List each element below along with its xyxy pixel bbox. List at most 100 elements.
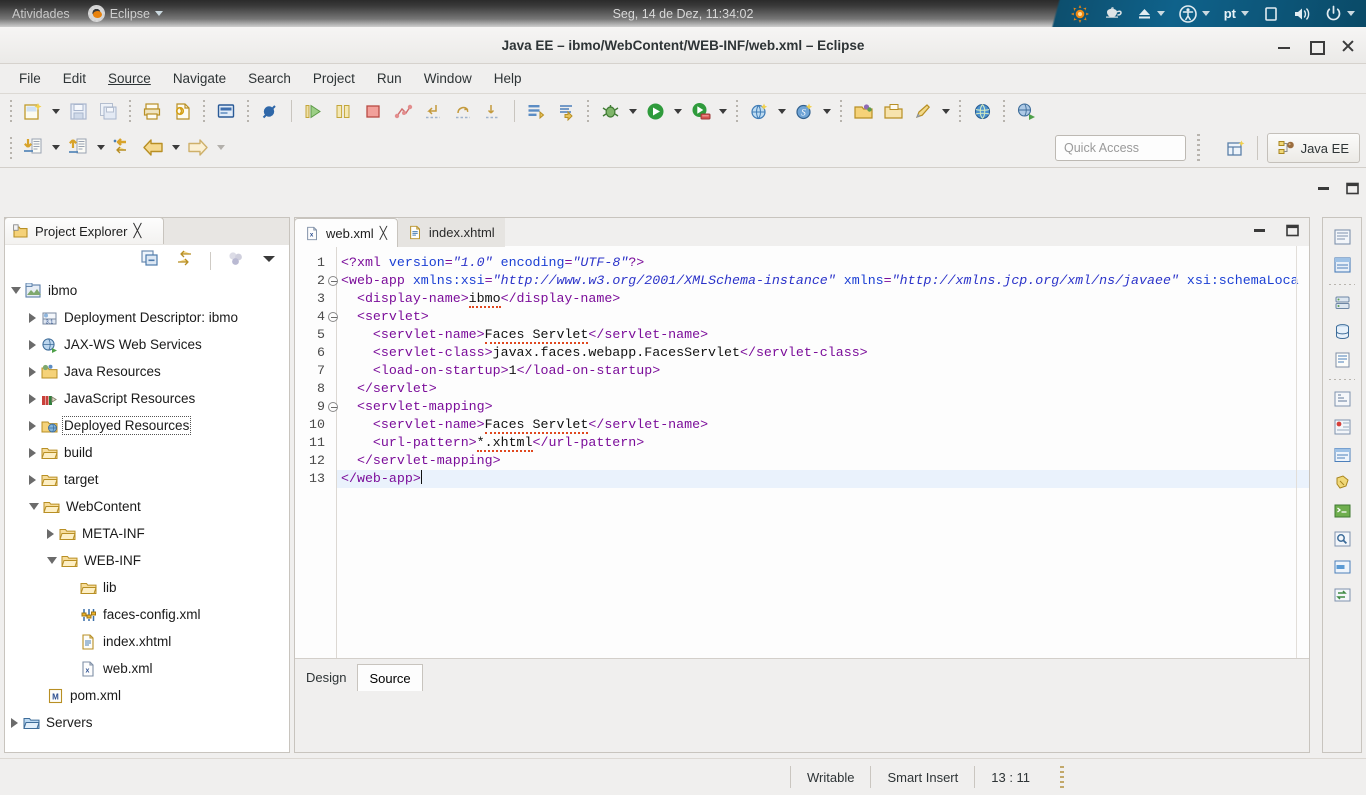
new-session-bean-icon[interactable]: S bbox=[789, 97, 819, 125]
twisty-down-icon[interactable] bbox=[47, 557, 57, 564]
tree-row[interactable]: M pom.xml bbox=[5, 682, 283, 709]
resume-icon[interactable] bbox=[298, 97, 328, 125]
fold-collapse-icon[interactable] bbox=[328, 312, 338, 322]
twisty-right-icon[interactable] bbox=[47, 528, 54, 539]
suspend-icon[interactable] bbox=[328, 97, 358, 125]
tree-row[interactable]: JavaScript Resources bbox=[5, 385, 283, 412]
overview-ruler[interactable] bbox=[1296, 246, 1308, 658]
new-wizard-icon[interactable] bbox=[18, 97, 48, 125]
perspective-java-ee-button[interactable]: Java EE bbox=[1266, 133, 1360, 163]
close-icon[interactable]: ╳ bbox=[133, 223, 141, 239]
new-wizard-dropdown[interactable] bbox=[48, 97, 63, 125]
twisty-right-icon[interactable] bbox=[29, 339, 36, 350]
toolbar-grip[interactable] bbox=[244, 100, 252, 122]
forward-dropdown[interactable] bbox=[213, 134, 228, 162]
problems-view-icon[interactable] bbox=[1328, 414, 1356, 440]
next-annotation-icon[interactable] bbox=[63, 134, 93, 162]
code-line[interactable]: 9 <servlet-mapping> bbox=[295, 398, 1309, 416]
focus-on-active-task-icon[interactable] bbox=[227, 250, 245, 272]
new-java-class-icon[interactable] bbox=[521, 97, 551, 125]
run-server-icon[interactable] bbox=[685, 97, 715, 125]
search-dropdown[interactable] bbox=[938, 97, 953, 125]
maximize-icon[interactable] bbox=[1345, 181, 1360, 201]
twisty-right-icon[interactable] bbox=[29, 393, 36, 404]
project-tree[interactable]: ibmo 3.1 Deployment Descriptor: ibmo JAX… bbox=[5, 277, 283, 751]
tree-row[interactable]: ibmo bbox=[5, 277, 283, 304]
print-icon[interactable] bbox=[137, 97, 167, 125]
validate-icon[interactable] bbox=[167, 97, 197, 125]
new-session-bean-dropdown[interactable] bbox=[819, 97, 834, 125]
quick-access-input[interactable]: Quick Access bbox=[1055, 135, 1186, 161]
tree-row[interactable]: Java Resources bbox=[5, 358, 283, 385]
open-perspective-button[interactable] bbox=[1222, 136, 1250, 160]
fold-collapse-icon[interactable] bbox=[328, 402, 338, 412]
teapot-icon[interactable] bbox=[1096, 0, 1130, 27]
open-task-list-icon[interactable] bbox=[878, 97, 908, 125]
brightness-icon[interactable] bbox=[1064, 0, 1096, 27]
minimize-button[interactable] bbox=[1276, 38, 1292, 54]
run-icon[interactable] bbox=[640, 97, 670, 125]
project-explorer-tab[interactable]: Project Explorer ╳ bbox=[4, 217, 164, 244]
last-edit-location-icon[interactable] bbox=[108, 134, 138, 162]
tab-web-xml[interactable]: x web.xml ╳ bbox=[294, 218, 398, 247]
menu-help[interactable]: Help bbox=[483, 67, 533, 90]
minimize-icon[interactable] bbox=[1316, 181, 1331, 201]
debug-dropdown[interactable] bbox=[625, 97, 640, 125]
menu-source[interactable]: Source bbox=[97, 67, 162, 90]
outline-view-icon[interactable] bbox=[1328, 386, 1356, 412]
toolbar-grip[interactable] bbox=[956, 100, 964, 122]
collapse-all-icon[interactable] bbox=[141, 250, 159, 272]
menu-run[interactable]: Run bbox=[366, 67, 413, 90]
maximize-button[interactable] bbox=[1308, 38, 1325, 55]
skip-breakpoints-icon[interactable] bbox=[255, 97, 285, 125]
code-line[interactable]: 11 <url-pattern>*.xhtml</url-pattern> bbox=[295, 434, 1309, 452]
console-view-icon[interactable] bbox=[1328, 498, 1356, 524]
tree-row[interactable]: build bbox=[5, 439, 283, 466]
maximize-icon[interactable] bbox=[1285, 223, 1300, 243]
synchronize-view-icon[interactable] bbox=[1328, 582, 1356, 608]
step-into-icon[interactable] bbox=[478, 97, 508, 125]
fold-collapse-icon[interactable] bbox=[328, 276, 338, 286]
twisty-right-icon[interactable] bbox=[29, 447, 36, 458]
previous-annotation-dropdown[interactable] bbox=[48, 134, 63, 162]
save-all-icon[interactable] bbox=[93, 97, 123, 125]
close-button[interactable] bbox=[1340, 38, 1356, 54]
disconnect-icon[interactable] bbox=[388, 97, 418, 125]
twisty-right-icon[interactable] bbox=[29, 366, 36, 377]
properties-view-icon[interactable] bbox=[1328, 252, 1356, 278]
markers-view-icon[interactable] bbox=[1328, 224, 1356, 250]
back-icon[interactable] bbox=[138, 134, 168, 162]
open-type-icon[interactable] bbox=[848, 97, 878, 125]
toolbar-grip[interactable] bbox=[584, 100, 592, 122]
servers-view-icon[interactable] bbox=[1328, 291, 1356, 317]
code-line[interactable]: 8 </servlet> bbox=[295, 380, 1309, 398]
tree-row[interactable]: faces-config.xml bbox=[5, 601, 283, 628]
accessibility-menu[interactable] bbox=[1172, 0, 1217, 27]
code-line[interactable]: 10 <servlet-name>Faces Servlet</servlet-… bbox=[295, 416, 1309, 434]
new-web-project-icon[interactable] bbox=[744, 97, 774, 125]
toolbar-grip[interactable] bbox=[837, 100, 845, 122]
tab-design[interactable]: Design bbox=[295, 664, 357, 691]
task-list-icon[interactable] bbox=[1328, 442, 1356, 468]
display-icon[interactable] bbox=[1256, 0, 1286, 27]
power-menu[interactable] bbox=[1318, 0, 1362, 27]
code-line[interactable]: 5 <servlet-name>Faces Servlet</servlet-n… bbox=[295, 326, 1309, 344]
tab-source[interactable]: Source bbox=[357, 664, 423, 691]
previous-annotation-icon[interactable] bbox=[18, 134, 48, 162]
toolbar-grip[interactable] bbox=[126, 100, 134, 122]
code-content[interactable]: 1 <?xml version="1.0" encoding="UTF-8"?> 2… bbox=[295, 254, 1309, 488]
run-server-dropdown[interactable] bbox=[715, 97, 730, 125]
link-with-editor-icon[interactable] bbox=[175, 250, 194, 272]
twisty-right-icon[interactable] bbox=[29, 420, 36, 431]
tree-row[interactable]: target bbox=[5, 466, 283, 493]
new-jaxws-icon[interactable] bbox=[1011, 97, 1041, 125]
minimize-icon[interactable] bbox=[1252, 223, 1267, 243]
tree-row[interactable]: META-INF bbox=[5, 520, 283, 547]
view-menu-icon[interactable] bbox=[261, 252, 277, 271]
code-line[interactable]: 6 <servlet-class>javax.faces.webapp.Face… bbox=[295, 344, 1309, 362]
debug-icon[interactable] bbox=[595, 97, 625, 125]
code-line[interactable]: 1 <?xml version="1.0" encoding="UTF-8"?> bbox=[295, 254, 1309, 272]
code-line[interactable]: 4 <servlet> bbox=[295, 308, 1309, 326]
toolbar-grip[interactable] bbox=[733, 100, 741, 122]
terminate-icon[interactable] bbox=[358, 97, 388, 125]
